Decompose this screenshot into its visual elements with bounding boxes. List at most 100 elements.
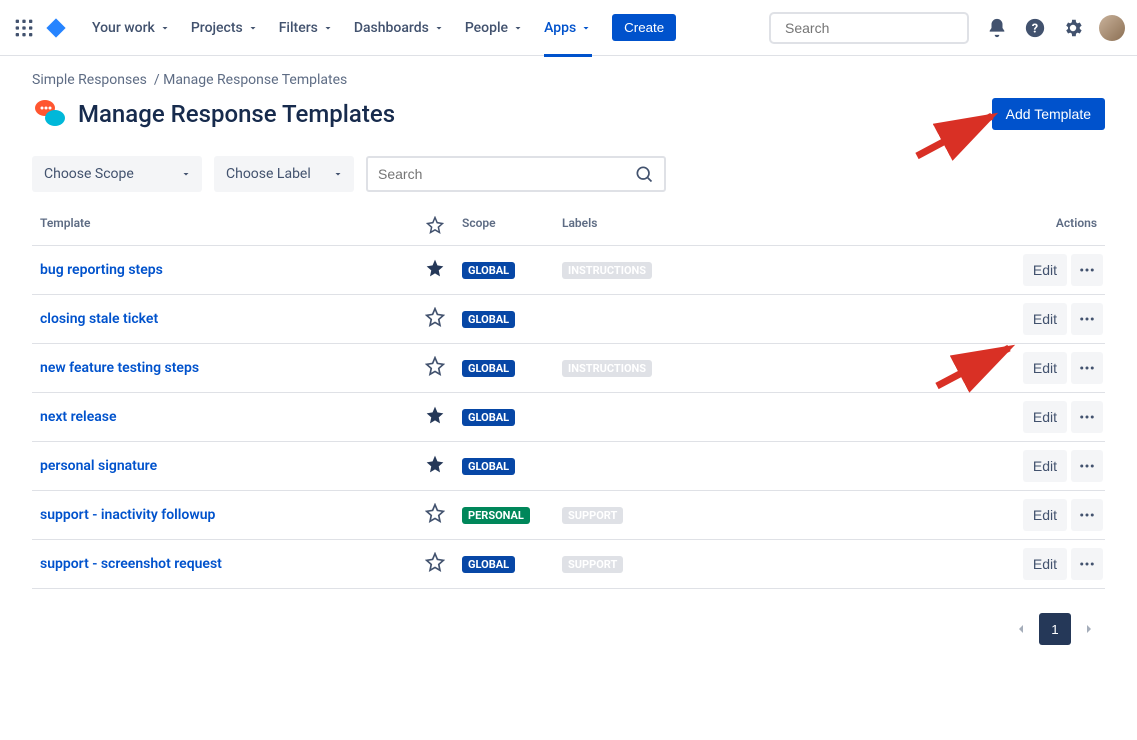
table-row: new feature testing stepsGLOBALINSTRUCTI… (32, 344, 1105, 393)
notifications-icon[interactable] (985, 16, 1009, 40)
scope-badge: GLOBAL (462, 409, 515, 426)
top-navigation: Your work Projects Filters Dashboards People… (0, 0, 1137, 56)
page-next[interactable] (1073, 613, 1105, 645)
edit-button[interactable]: Edit (1023, 401, 1067, 433)
edit-button[interactable]: Edit (1023, 352, 1067, 384)
template-search-input[interactable] (378, 166, 634, 182)
star-toggle[interactable] (407, 552, 462, 576)
star-toggle[interactable] (407, 356, 462, 380)
pagination: 1 (32, 613, 1105, 645)
star-outline-icon (425, 503, 445, 523)
global-search-input[interactable] (785, 20, 966, 36)
nav-item-apps[interactable]: Apps (536, 16, 600, 40)
more-actions-button[interactable] (1071, 352, 1103, 384)
more-icon (1078, 261, 1096, 279)
page-title: Manage Response Templates (78, 100, 992, 128)
template-link[interactable]: closing stale ticket (40, 311, 158, 327)
star-toggle[interactable] (407, 454, 462, 478)
scope-badge: GLOBAL (462, 360, 515, 377)
svg-text:?: ? (1032, 21, 1038, 36)
search-icon (634, 164, 654, 184)
table-header: Template Scope Labels Actions (32, 208, 1105, 246)
header-star[interactable] (407, 216, 462, 237)
page-prev[interactable] (1005, 613, 1037, 645)
template-link[interactable]: personal signature (40, 458, 157, 474)
nav-item-dashboards[interactable]: Dashboards (346, 16, 453, 40)
more-icon (1078, 408, 1096, 426)
add-template-button[interactable]: Add Template (992, 98, 1105, 130)
template-link[interactable]: next release (40, 409, 116, 425)
more-actions-button[interactable] (1071, 499, 1103, 531)
main-content: Simple Responses / Manage Response Templ… (0, 56, 1137, 661)
more-icon (1078, 506, 1096, 524)
edit-button[interactable]: Edit (1023, 254, 1067, 286)
help-icon[interactable]: ? (1023, 16, 1047, 40)
jira-logo-icon[interactable] (44, 16, 68, 40)
star-toggle[interactable] (407, 258, 462, 282)
chevron-right-icon (1081, 621, 1097, 637)
more-actions-button[interactable] (1071, 254, 1103, 286)
chevron-down-icon (433, 22, 445, 34)
nav-item-label: Your work (92, 20, 155, 36)
page-1[interactable]: 1 (1039, 613, 1071, 645)
breadcrumb-root[interactable]: Simple Responses (32, 72, 147, 88)
more-actions-button[interactable] (1071, 401, 1103, 433)
chevron-down-icon (159, 22, 171, 34)
edit-button[interactable]: Edit (1023, 548, 1067, 580)
settings-icon[interactable] (1061, 16, 1085, 40)
create-button[interactable]: Create (612, 14, 676, 41)
nav-item-label: Dashboards (354, 20, 429, 36)
more-actions-button[interactable] (1071, 450, 1103, 482)
app-switcher-icon[interactable] (12, 16, 36, 40)
header-template: Template (32, 216, 407, 237)
global-search[interactable] (769, 12, 969, 44)
breadcrumb-current: Manage Response Templates (163, 72, 347, 88)
star-filled-icon (425, 454, 445, 474)
edit-button[interactable]: Edit (1023, 303, 1067, 335)
star-toggle[interactable] (407, 503, 462, 527)
user-avatar[interactable] (1099, 15, 1125, 41)
more-icon (1078, 457, 1096, 475)
nav-item-label: Filters (279, 20, 318, 36)
star-outline-icon (425, 552, 445, 572)
templates-table: Template Scope Labels Actions bug report… (32, 208, 1105, 589)
header-labels: Labels (562, 216, 1015, 237)
chevron-down-icon (180, 168, 192, 180)
label-filter-label: Choose Label (226, 166, 311, 182)
star-filled-icon (425, 258, 445, 278)
breadcrumb: Simple Responses / Manage Response Templ… (32, 72, 1105, 88)
scope-filter[interactable]: Choose Scope (32, 156, 202, 192)
label-filter[interactable]: Choose Label (214, 156, 354, 192)
label-badge: SUPPORT (562, 507, 623, 524)
more-actions-button[interactable] (1071, 303, 1103, 335)
nav-item-label: Projects (191, 20, 243, 36)
scope-badge: GLOBAL (462, 311, 515, 328)
template-link[interactable]: support - inactivity followup (40, 507, 215, 523)
nav-item-label: People (465, 20, 508, 36)
nav-item-your-work[interactable]: Your work (84, 16, 179, 40)
star-outline-icon (425, 307, 445, 327)
more-actions-button[interactable] (1071, 548, 1103, 580)
scope-badge: GLOBAL (462, 262, 515, 279)
template-link[interactable]: bug reporting steps (40, 262, 163, 278)
template-link[interactable]: support - screenshot request (40, 556, 222, 572)
edit-button[interactable]: Edit (1023, 499, 1067, 531)
label-badge: INSTRUCTIONS (562, 262, 652, 279)
edit-button[interactable]: Edit (1023, 450, 1067, 482)
nav-item-filters[interactable]: Filters (271, 16, 342, 40)
more-icon (1078, 359, 1096, 377)
scope-badge: GLOBAL (462, 556, 515, 573)
scope-badge: PERSONAL (462, 507, 530, 524)
more-icon (1078, 310, 1096, 328)
star-toggle[interactable] (407, 405, 462, 429)
nav-item-projects[interactable]: Projects (183, 16, 267, 40)
nav-item-people[interactable]: People (457, 16, 532, 40)
star-toggle[interactable] (407, 307, 462, 331)
template-link[interactable]: new feature testing steps (40, 360, 199, 376)
table-row: support - inactivity followup PERSONAL SUP… (32, 491, 1105, 540)
app-icon (32, 96, 68, 132)
table-row: next release GLOBAL Edit (32, 393, 1105, 442)
template-search[interactable] (366, 156, 666, 192)
star-icon (426, 216, 444, 234)
table-row: bug reporting steps GLOBAL INSTRUCTIONS Edi… (32, 246, 1105, 295)
